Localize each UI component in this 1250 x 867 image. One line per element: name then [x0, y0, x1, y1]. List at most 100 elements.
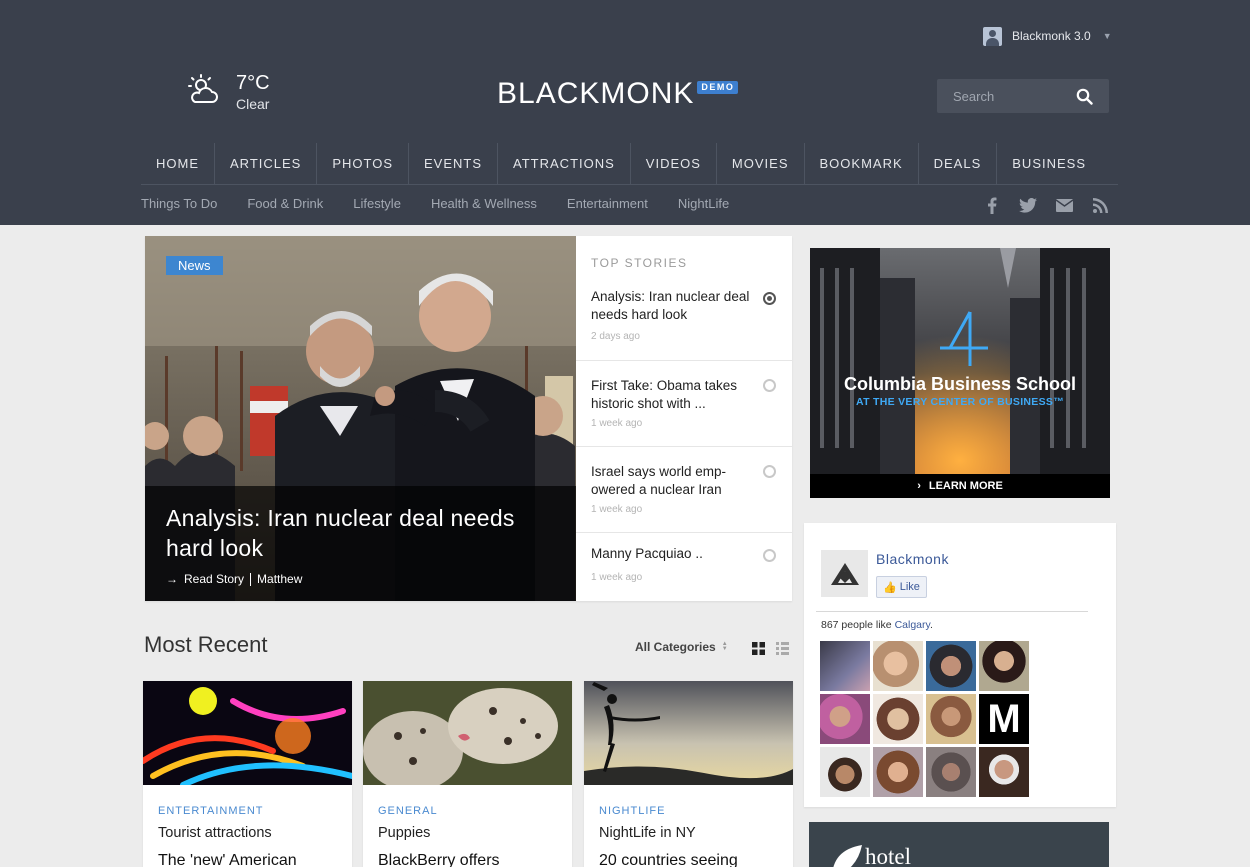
fb-face-avatar[interactable]: [926, 747, 976, 797]
caret-down-icon: ▼: [1102, 31, 1112, 41]
hotel-ad-text: hotel: [865, 844, 911, 867]
fb-divider: [816, 611, 1088, 612]
top-story-item[interactable]: Israel says world emp-owered a nuclear I…: [576, 463, 792, 533]
sub-nav: Things To Do Food & Drink Lifestyle Heal…: [141, 196, 729, 211]
active-indicator-icon: [763, 292, 776, 305]
nav-deals[interactable]: DEALS: [919, 143, 998, 184]
fb-page-name[interactable]: Blackmonk: [876, 551, 949, 567]
category-select[interactable]: All Categories ▲ ▼: [635, 640, 728, 654]
nav-bookmark[interactable]: BOOKMARK: [805, 143, 919, 184]
card-title[interactable]: Tourist attractions: [158, 825, 272, 841]
search-input[interactable]: [937, 88, 1067, 104]
card-title[interactable]: NightLife in NY: [599, 825, 696, 841]
subnav-lifestyle[interactable]: Lifestyle: [353, 196, 401, 211]
card-image-dancer[interactable]: [584, 681, 793, 785]
featured-story-image[interactable]: News Analysis: Iran nuclear deal needs h…: [145, 236, 576, 601]
columbia-ad[interactable]: Columbia Business School AT THE VERY CEN…: [810, 248, 1110, 498]
fb-city-link[interactable]: Calgary: [895, 619, 930, 631]
nav-attractions[interactable]: ATTRACTIONS: [498, 143, 631, 184]
grid-view-icon[interactable]: [752, 642, 765, 655]
hotel-ad[interactable]: hotel: [809, 822, 1109, 867]
weather-temperature: 7°C: [236, 72, 270, 94]
top-stories-heading: TOP STORIES: [591, 256, 688, 270]
logo-text: BLACKMONK: [497, 77, 695, 110]
logo-demo-badge: DEMO: [697, 81, 739, 94]
subnav-health-wellness[interactable]: Health & Wellness: [431, 196, 537, 211]
mail-icon[interactable]: [1055, 196, 1073, 214]
nav-business[interactable]: BUSINESS: [997, 143, 1101, 184]
blackmonk-page-avatar[interactable]: [821, 550, 868, 597]
facebook-icon[interactable]: [983, 196, 1001, 214]
top-stories-list: TOP STORIES Analysis: Iran nuclear deal …: [576, 236, 792, 601]
rss-icon[interactable]: [1091, 196, 1109, 214]
weather-condition: Clear: [236, 96, 270, 112]
user-menu[interactable]: Blackmonk 3.0 ▼: [983, 25, 1112, 47]
fb-like-count: 867 people like Calgary.: [821, 619, 933, 631]
card-category[interactable]: NIGHTLIFE: [599, 805, 665, 817]
card-headline[interactable]: The 'new' American: [158, 852, 297, 867]
top-story-item[interactable]: First Take: Obama takes historic shot wi…: [576, 377, 792, 447]
fb-face-avatar[interactable]: [926, 641, 976, 691]
fb-face-avatar[interactable]: [873, 747, 923, 797]
card-headline[interactable]: 20 countries seeing: [599, 852, 738, 867]
subnav-entertainment[interactable]: Entertainment: [567, 196, 648, 211]
hero-author[interactable]: Matthew: [257, 572, 302, 586]
fb-face-avatar[interactable]: [820, 747, 870, 797]
fb-face-avatar[interactable]: [873, 694, 923, 744]
user-name: Blackmonk 3.0: [1012, 29, 1091, 43]
fb-face-avatar[interactable]: [820, 641, 870, 691]
news-badge[interactable]: News: [166, 256, 223, 275]
top-story-time: 1 week ago: [591, 418, 643, 429]
card-category[interactable]: ENTERTAINMENT: [158, 805, 264, 817]
read-story-link[interactable]: Read Story: [184, 572, 244, 586]
fb-like-button[interactable]: 👍 Like: [876, 576, 927, 598]
card-image-carnival[interactable]: [143, 681, 352, 785]
indicator-icon: [763, 465, 776, 478]
hero-meta: → Read Story Matthew: [166, 572, 302, 586]
card-title[interactable]: Puppies: [378, 825, 430, 841]
subnav-nightlife[interactable]: NightLife: [678, 196, 729, 211]
card-category[interactable]: GENERAL: [378, 805, 438, 817]
twitter-icon[interactable]: [1019, 196, 1037, 214]
fb-face-avatar[interactable]: [979, 747, 1029, 797]
recent-card: ENTERTAINMENT Tourist attractions The 'n…: [143, 681, 352, 867]
top-story-title: Analysis: Iran nuclear deal needs hard l…: [591, 289, 750, 322]
fb-like-count-text: 867 people like: [821, 619, 895, 631]
recent-card: NIGHTLIFE NightLife in NY 20 countries s…: [584, 681, 793, 867]
arrow-right-icon: →: [166, 572, 178, 586]
nav-photos[interactable]: PHOTOS: [317, 143, 410, 184]
subnav-food-drink[interactable]: Food & Drink: [247, 196, 323, 211]
learn-more-button[interactable]: › LEARN MORE: [810, 474, 1110, 498]
fb-count-suffix: .: [929, 619, 933, 631]
card-headline[interactable]: BlackBerry offers: [378, 852, 500, 867]
subnav-things-to-do[interactable]: Things To Do: [141, 196, 217, 211]
top-story-title: First Take: Obama takes historic shot wi…: [591, 378, 738, 411]
top-story-item[interactable]: Analysis: Iran nuclear deal needs hard l…: [576, 288, 792, 361]
top-story-item[interactable]: Manny Pacquiao .. 1 week ago: [576, 545, 792, 601]
nav-videos[interactable]: VIDEOS: [631, 143, 717, 184]
search-icon[interactable]: [1067, 79, 1101, 113]
facebook-like-box: Blackmonk 👍 Like 867 people like Calgary…: [804, 523, 1116, 807]
fb-face-avatar[interactable]: [873, 641, 923, 691]
top-story-time: 1 week ago: [591, 504, 643, 515]
nav-articles[interactable]: ARTICLES: [215, 143, 318, 184]
fb-face-avatar[interactable]: M: [979, 694, 1029, 744]
fb-face-avatar[interactable]: [820, 694, 870, 744]
fb-face-avatar[interactable]: [979, 641, 1029, 691]
meta-separator: [250, 572, 252, 586]
site-logo[interactable]: BLACKMONK DEMO: [497, 77, 739, 110]
top-story-time: 2 days ago: [591, 331, 640, 342]
hero-title[interactable]: Analysis: Iran nuclear deal needs hard l…: [166, 503, 546, 563]
hotel-leaf-icon: [833, 845, 862, 867]
sort-arrows-icon: ▲ ▼: [721, 641, 728, 652]
indicator-icon: [763, 379, 776, 392]
list-view-icon[interactable]: [776, 642, 789, 655]
nav-home[interactable]: HOME: [141, 143, 215, 184]
card-image-leopards[interactable]: [363, 681, 572, 785]
fb-face-avatar[interactable]: [926, 694, 976, 744]
nav-events[interactable]: EVENTS: [409, 143, 499, 184]
user-avatar-icon: [983, 26, 1002, 46]
fb-faces-grid: M: [820, 641, 1032, 797]
fb-like-label: Like: [899, 581, 920, 593]
nav-movies[interactable]: MOVIES: [717, 143, 805, 184]
